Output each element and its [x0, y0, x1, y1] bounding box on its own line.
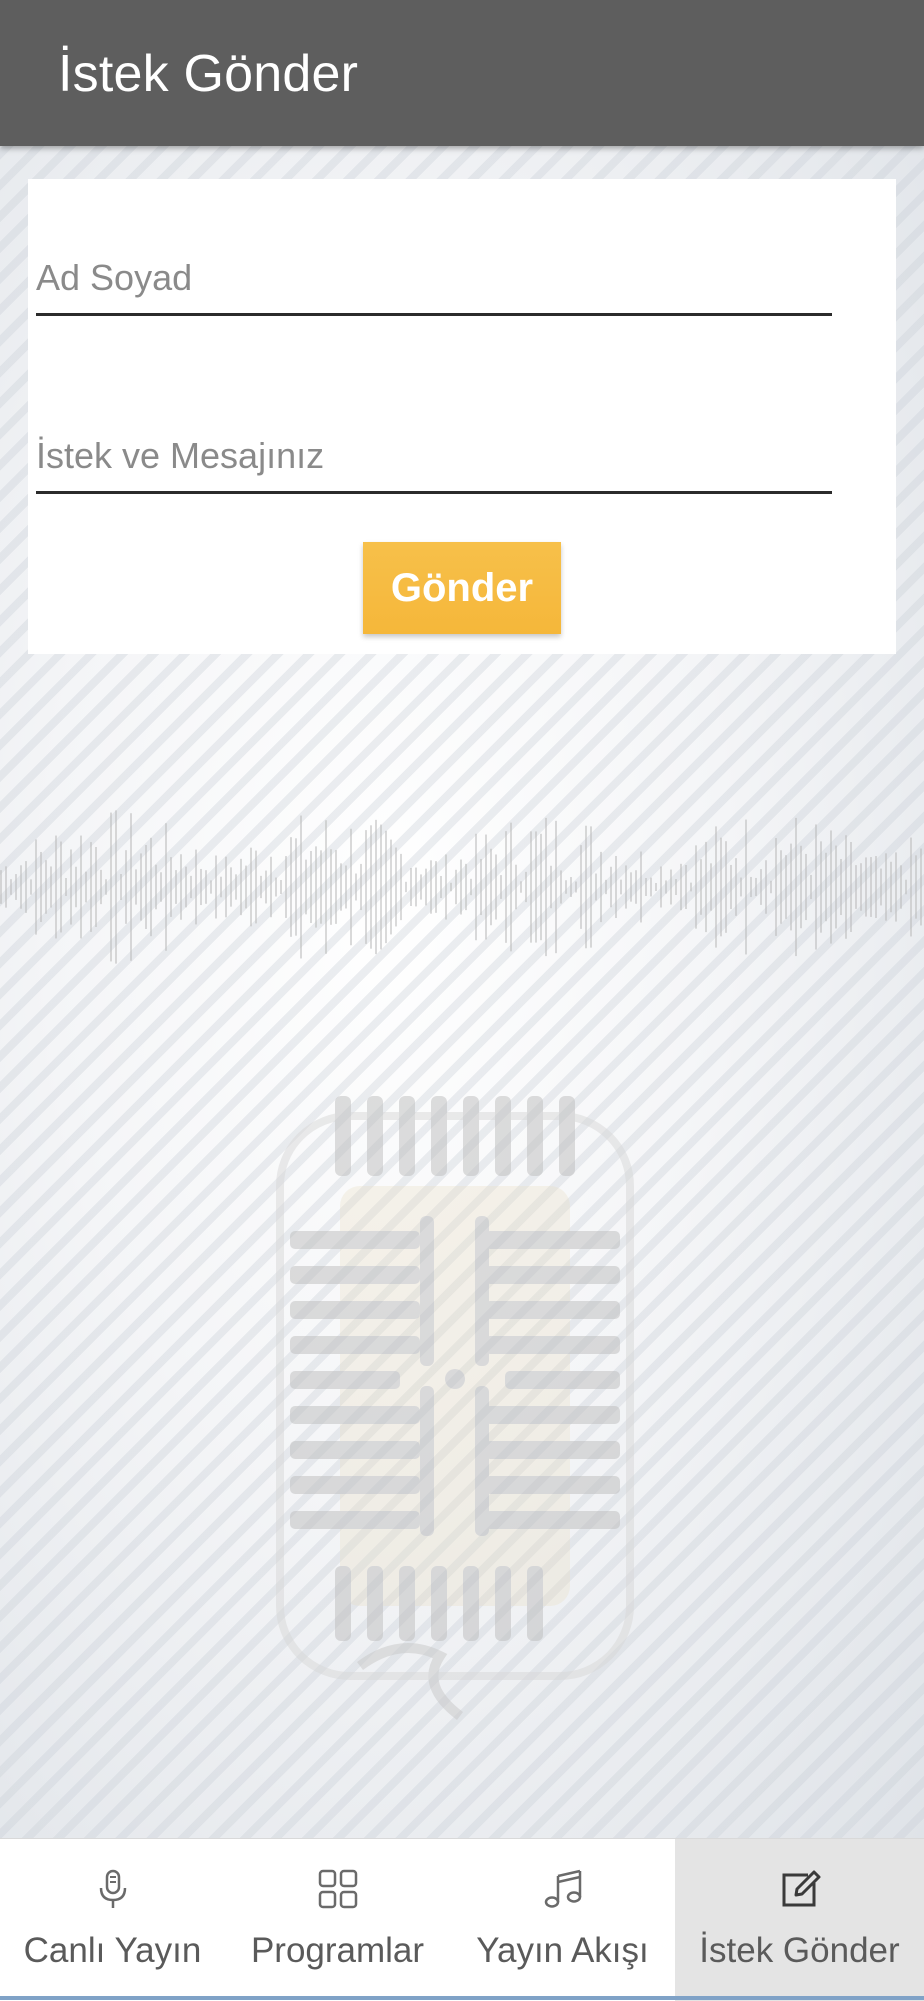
music-note-icon [544, 1869, 581, 1908]
grid-icon [318, 1869, 357, 1909]
nav-label-request: İstek Gönder [699, 1931, 900, 1970]
microphone-icon [99, 1869, 126, 1908]
microphone-background-icon [276, 1096, 634, 1720]
nav-item-schedule[interactable]: Yayın Akışı [450, 1839, 675, 2001]
message-input[interactable] [36, 421, 832, 494]
nav-label-live: Canlı Yayın [23, 1931, 202, 1970]
app-bar: İstek Gönder [0, 0, 924, 146]
nav-bottom-divider [0, 1996, 924, 2000]
name-input[interactable] [36, 243, 832, 316]
nav-label-programs: Programlar [250, 1931, 425, 1970]
send-button[interactable]: Gönder [363, 542, 561, 634]
page-title: İstek Gönder [58, 45, 359, 103]
nav-item-request[interactable]: İstek Gönder [675, 1839, 924, 2001]
nav-label-schedule: Yayın Akışı [476, 1931, 649, 1970]
bottom-navigation: Canlı Yayın Programlar Yayın Akışı İstek… [0, 1838, 924, 2001]
nav-item-programs[interactable]: Programlar [225, 1839, 450, 2001]
nav-item-live[interactable]: Canlı Yayın [0, 1839, 225, 2001]
waveform-background-icon [0, 810, 922, 964]
edit-icon [782, 1870, 820, 1907]
